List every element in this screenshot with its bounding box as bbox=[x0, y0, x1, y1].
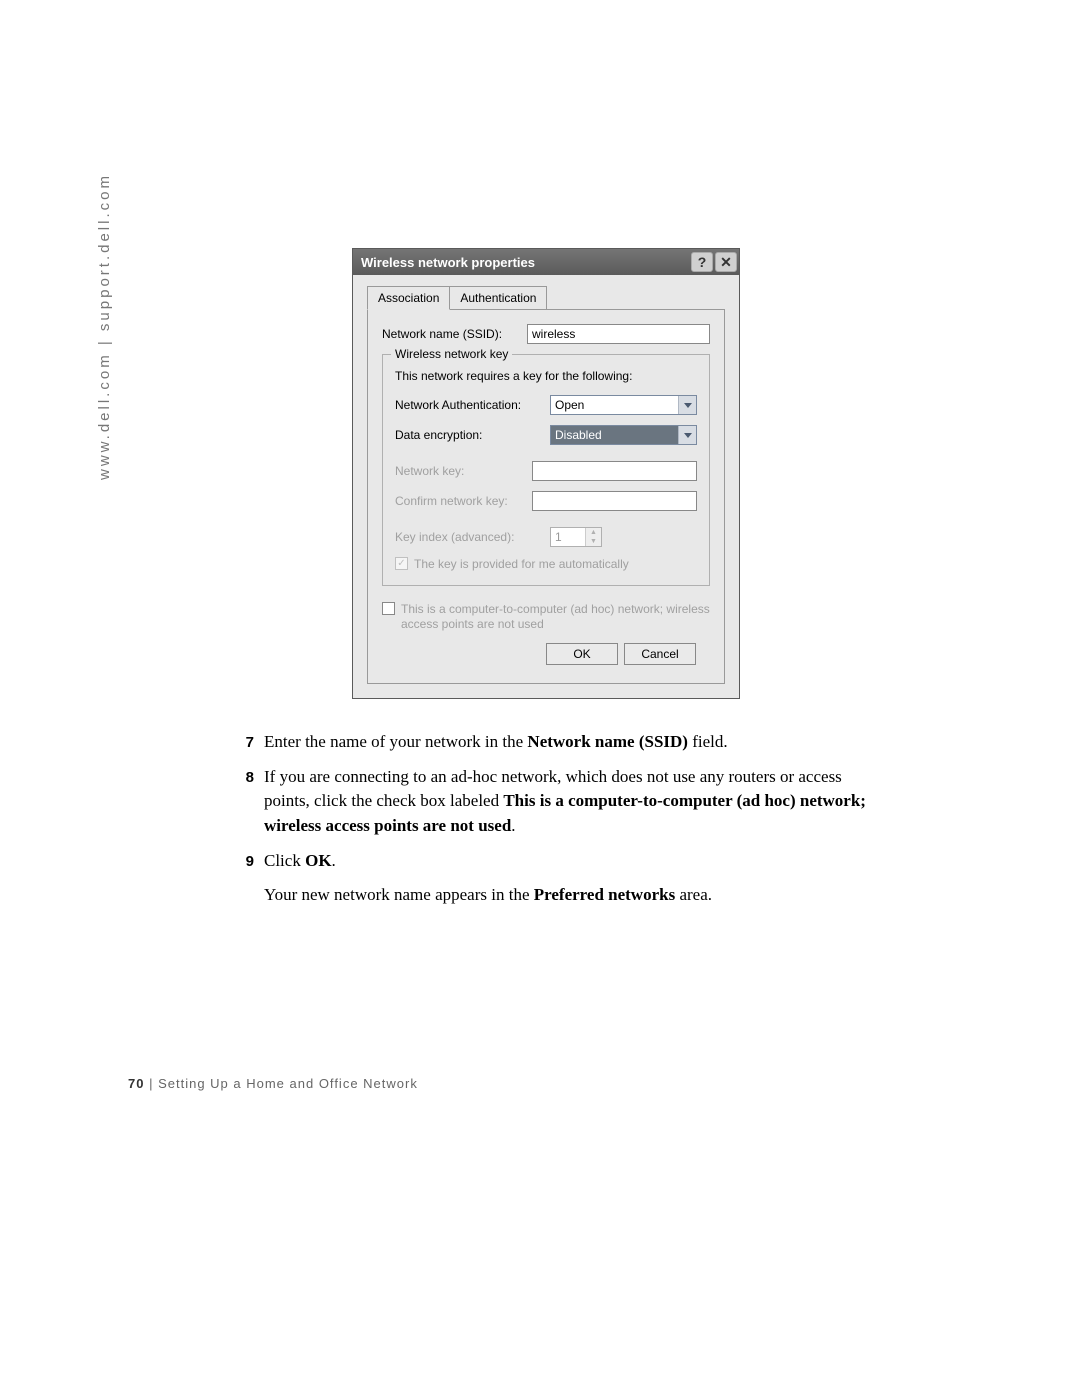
spinner-down-icon: ▼ bbox=[586, 537, 601, 546]
dialog-title: Wireless network properties bbox=[361, 255, 691, 270]
step-text: Click bbox=[264, 851, 305, 870]
network-key-label: Network key: bbox=[395, 464, 532, 478]
network-key-input bbox=[532, 461, 697, 481]
cancel-button[interactable]: Cancel bbox=[624, 643, 696, 665]
instruction-step-7: 7 Enter the name of your network in the … bbox=[230, 730, 870, 755]
spinner-up-icon: ▲ bbox=[586, 528, 601, 537]
wireless-key-legend: Wireless network key bbox=[391, 347, 512, 361]
tab-strip: Association Authentication bbox=[367, 286, 725, 310]
step-number: 7 bbox=[230, 730, 254, 755]
encryption-select[interactable]: Disabled bbox=[550, 425, 697, 445]
tab-authentication[interactable]: Authentication bbox=[449, 286, 547, 310]
wireless-properties-dialog: Wireless network properties ? ✕ Associat… bbox=[352, 248, 740, 699]
adhoc-checkbox[interactable] bbox=[382, 602, 395, 615]
footer-section: Setting Up a Home and Office Network bbox=[158, 1076, 418, 1091]
auth-select[interactable]: Open bbox=[550, 395, 697, 415]
instruction-list: 7 Enter the name of your network in the … bbox=[230, 730, 870, 908]
step-text: . bbox=[511, 816, 515, 835]
instruction-step-9: 9 Click OK. bbox=[230, 849, 870, 874]
step-text: Enter the name of your network in the bbox=[264, 732, 527, 751]
step-number: 8 bbox=[230, 765, 254, 839]
tab-panel-association: Network name (SSID): Wireless network ke… bbox=[367, 309, 725, 684]
key-index-label: Key index (advanced): bbox=[395, 530, 550, 544]
encryption-label: Data encryption: bbox=[395, 428, 550, 442]
footnote-text: area. bbox=[675, 885, 712, 904]
ok-button[interactable]: OK bbox=[546, 643, 618, 665]
ssid-label: Network name (SSID): bbox=[382, 327, 527, 341]
auto-key-label: The key is provided for me automatically bbox=[414, 557, 629, 573]
instruction-footnote: Your new network name appears in the Pre… bbox=[264, 883, 870, 908]
close-button[interactable]: ✕ bbox=[715, 252, 737, 272]
dialog-titlebar: Wireless network properties ? ✕ bbox=[353, 249, 739, 275]
key-index-value: 1 bbox=[551, 528, 585, 546]
side-url: www.dell.com | support.dell.com bbox=[96, 173, 113, 480]
help-button[interactable]: ? bbox=[691, 252, 713, 272]
auth-select-value: Open bbox=[551, 396, 678, 414]
step-bold: Network name (SSID) bbox=[527, 732, 688, 751]
confirm-key-label: Confirm network key: bbox=[395, 494, 532, 508]
chevron-down-icon bbox=[678, 396, 696, 414]
key-index-spinner: 1 ▲ ▼ bbox=[550, 527, 602, 547]
page-footer: 70 | Setting Up a Home and Office Networ… bbox=[128, 1076, 418, 1091]
footnote-text: Your new network name appears in the bbox=[264, 885, 534, 904]
step-bold: OK bbox=[305, 851, 331, 870]
instruction-step-8: 8 If you are connecting to an ad-hoc net… bbox=[230, 765, 870, 839]
page-number: 70 bbox=[128, 1076, 144, 1091]
confirm-key-input bbox=[532, 491, 697, 511]
step-number: 9 bbox=[230, 849, 254, 874]
ssid-input[interactable] bbox=[527, 324, 710, 344]
footnote-bold: Preferred networks bbox=[534, 885, 675, 904]
encryption-select-value: Disabled bbox=[551, 426, 678, 444]
auth-label: Network Authentication: bbox=[395, 398, 550, 412]
step-text: . bbox=[332, 851, 336, 870]
step-text: field. bbox=[688, 732, 728, 751]
tab-association[interactable]: Association bbox=[367, 286, 450, 310]
footer-sep: | bbox=[144, 1076, 158, 1091]
adhoc-label: This is a computer-to-computer (ad hoc) … bbox=[401, 602, 710, 633]
requires-key-text: This network requires a key for the foll… bbox=[395, 369, 697, 383]
wireless-key-group: Wireless network key This network requir… bbox=[382, 354, 710, 586]
auto-key-checkbox: ✓ bbox=[395, 557, 408, 570]
chevron-down-icon bbox=[678, 426, 696, 444]
